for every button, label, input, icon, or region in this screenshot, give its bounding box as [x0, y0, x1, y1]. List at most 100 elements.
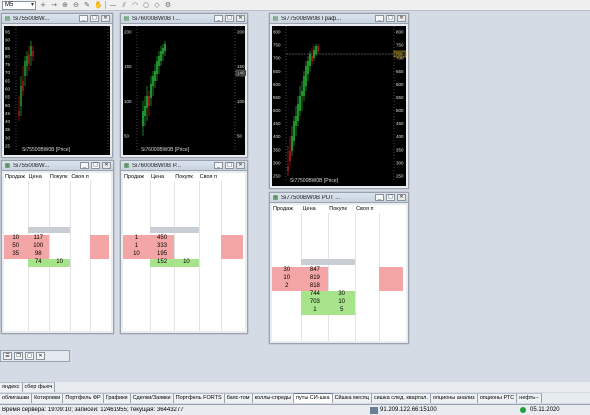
close-button[interactable]: ✕ — [102, 162, 111, 169]
window-titlebar[interactable]: ▦ Si77500BW0B PUT ... _ □ ✕ — [270, 193, 408, 203]
minimize-button[interactable]: _ — [80, 162, 89, 169]
circle-tool-icon[interactable]: ○ — [142, 1, 150, 9]
bid-volume[interactable]: 10 — [174, 259, 199, 267]
ask-volume[interactable]: 2 — [272, 283, 302, 291]
window-titlebar[interactable]: ▤ Si76000BW0B Г... _ □ ✕ — [121, 14, 247, 24]
close-button[interactable]: ✕ — [36, 352, 45, 360]
order-book-table[interactable]: Продаж Цена Покупк Своя п 10 117 50 100 35 98 74 10 — [4, 173, 111, 331]
crosshair-icon[interactable]: + — [39, 1, 47, 9]
workspace-tab[interactable]: коллы-спреды — [252, 393, 295, 403]
own-order-cell[interactable] — [220, 235, 243, 243]
bid-price[interactable]: 744 — [301, 291, 329, 299]
arc-tool-icon[interactable]: ◠ — [131, 1, 139, 9]
own-order-cell[interactable] — [379, 275, 404, 283]
maximize-button[interactable]: □ — [386, 15, 395, 22]
price-chart[interactable]: 95 90 85 80 75 70 65 60 55 50 45 40 35 30 25 Si75500BW… — [4, 26, 110, 155]
ask-price[interactable]: 333 — [149, 243, 175, 251]
ask-price[interactable]: 847 — [301, 267, 329, 275]
order-book-table[interactable]: Продаж Цена Покупк Своя п 1 450 1 333 10 195 152 10 — [123, 173, 245, 331]
ask-volume[interactable]: 30 — [272, 267, 302, 275]
restore-button[interactable]: ❐ — [14, 352, 23, 360]
workspace-tab[interactable]: яндекс — [0, 382, 23, 392]
ask-price[interactable]: 450 — [149, 235, 175, 243]
workspace-tab[interactable]: Котировки — [32, 393, 64, 403]
bid-volume[interactable]: 10 — [328, 299, 356, 307]
bid-volume[interactable]: 5 — [328, 307, 356, 315]
ask-price[interactable]: 98 — [27, 251, 49, 259]
workspace-tab[interactable]: Сйшка месяц — [332, 393, 372, 403]
own-order-cell[interactable] — [220, 243, 243, 251]
ask-volume[interactable]: 1 — [123, 243, 150, 251]
close-button[interactable]: ✕ — [236, 15, 245, 22]
maximize-button[interactable]: □ — [225, 162, 234, 169]
price-chart[interactable]: 800 800 750 750 700 700 650 650 600 600 550 550 500 5… — [272, 26, 407, 186]
ask-volume[interactable]: 10 — [4, 235, 28, 243]
ask-volume[interactable]: 1 — [123, 235, 150, 243]
workspace-tab[interactable]: облигашки — [0, 393, 33, 403]
close-button[interactable]: ✕ — [236, 162, 245, 169]
workspace-tab[interactable]: сишка след. квартал. — [371, 393, 431, 403]
close-button[interactable]: ✕ — [397, 15, 406, 22]
ask-price[interactable]: 100 — [27, 243, 49, 251]
minimize-button[interactable]: _ — [375, 15, 384, 22]
minimize-button[interactable]: _ — [214, 15, 223, 22]
bid-volume[interactable]: 10 — [48, 259, 71, 267]
hand-icon[interactable]: ✋ — [94, 1, 103, 9]
timeframe-select[interactable]: M5 — [2, 0, 36, 10]
minimize-button[interactable]: _ — [375, 194, 384, 201]
workspace-tab[interactable]: путы СИ-шка — [294, 393, 333, 403]
workspace-tab[interactable]: нефть-- — [517, 393, 542, 403]
own-order-cell[interactable] — [220, 251, 243, 259]
pencil-icon[interactable]: ✎ — [83, 1, 91, 9]
ask-volume[interactable]: 10 — [123, 251, 150, 259]
workspace-tab[interactable]: Графики — [103, 393, 131, 403]
bid-volume[interactable]: 30 — [328, 291, 356, 299]
workspace-tab[interactable]: сбер фьюч — [22, 382, 56, 392]
maximize-button[interactable]: □ — [225, 15, 234, 22]
workspace-tab[interactable]: опционы РТС — [477, 393, 518, 403]
price-chart[interactable]: 200 200 150 150 100 100 50 50 140 Si76000BW0B [… — [123, 26, 247, 155]
window-titlebar[interactable]: ▦ Si76000BW0B P... _ □ ✕ — [121, 161, 247, 171]
own-order-cell[interactable] — [379, 283, 404, 291]
bid-price[interactable]: 74 — [27, 259, 49, 267]
workspace-tab[interactable]: баяс-том — [224, 393, 253, 403]
arrow-right-icon[interactable]: → — [50, 1, 58, 9]
own-order-cell[interactable] — [89, 235, 109, 243]
window-titlebar[interactable]: ▤ Si77500BW0B Граф... _ □ ✕ — [270, 14, 408, 24]
zoom-in-icon[interactable]: ⊕ — [61, 1, 69, 9]
maximize-button[interactable]: □ — [91, 162, 100, 169]
bid-price[interactable]: 703 — [301, 299, 329, 307]
order-book-table[interactable]: Продаж Цена Покупк Своя п 30 847 10 819 2 818 744 3… — [272, 205, 406, 341]
diamond-tool-icon[interactable]: ◇ — [153, 1, 161, 9]
window-titlebar[interactable]: ▤ Si75500BW... _ □ ✕ — [2, 14, 112, 24]
minimize-button[interactable]: _ — [79, 15, 88, 22]
line-tool-icon[interactable]: — — [109, 1, 117, 9]
maximize-button[interactable]: □ — [90, 15, 99, 22]
window-list-icon[interactable]: ☰ — [3, 352, 12, 360]
own-order-cell[interactable] — [89, 251, 109, 259]
own-order-cell[interactable] — [379, 267, 404, 275]
ask-price[interactable]: 117 — [27, 235, 49, 243]
ask-volume[interactable]: 35 — [4, 251, 28, 259]
workspace-tab[interactable]: Сделки/Заявки — [130, 393, 174, 403]
close-button[interactable]: ✕ — [397, 194, 406, 201]
ask-volume[interactable]: 50 — [4, 243, 28, 251]
minimize-button[interactable]: _ — [214, 162, 223, 169]
maximize-button[interactable]: □ — [386, 194, 395, 201]
maximize-button[interactable]: □ — [25, 352, 34, 360]
zoom-out-icon[interactable]: ⊖ — [72, 1, 80, 9]
workspace-tab[interactable]: Портфель FORTS — [173, 393, 225, 403]
minimized-window-bar[interactable]: ☰ ❐ □ ✕ — [0, 350, 70, 362]
gear-icon[interactable]: ⚙ — [164, 1, 172, 9]
channel-tool-icon[interactable]: ⫽ — [120, 1, 128, 9]
ask-price[interactable]: 819 — [301, 275, 329, 283]
ask-volume[interactable]: 10 — [272, 275, 302, 283]
workspace-tab[interactable]: Портфель ФР — [63, 393, 104, 403]
bid-price[interactable]: 1 — [301, 307, 329, 315]
window-titlebar[interactable]: ▦ Si75500BW... _ □ ✕ — [2, 161, 113, 171]
ask-price[interactable]: 818 — [301, 283, 329, 291]
ask-price[interactable]: 195 — [149, 251, 175, 259]
close-button[interactable]: ✕ — [101, 15, 110, 22]
workspace-tab[interactable]: опционы анализ — [430, 393, 478, 403]
own-order-cell[interactable] — [89, 243, 109, 251]
